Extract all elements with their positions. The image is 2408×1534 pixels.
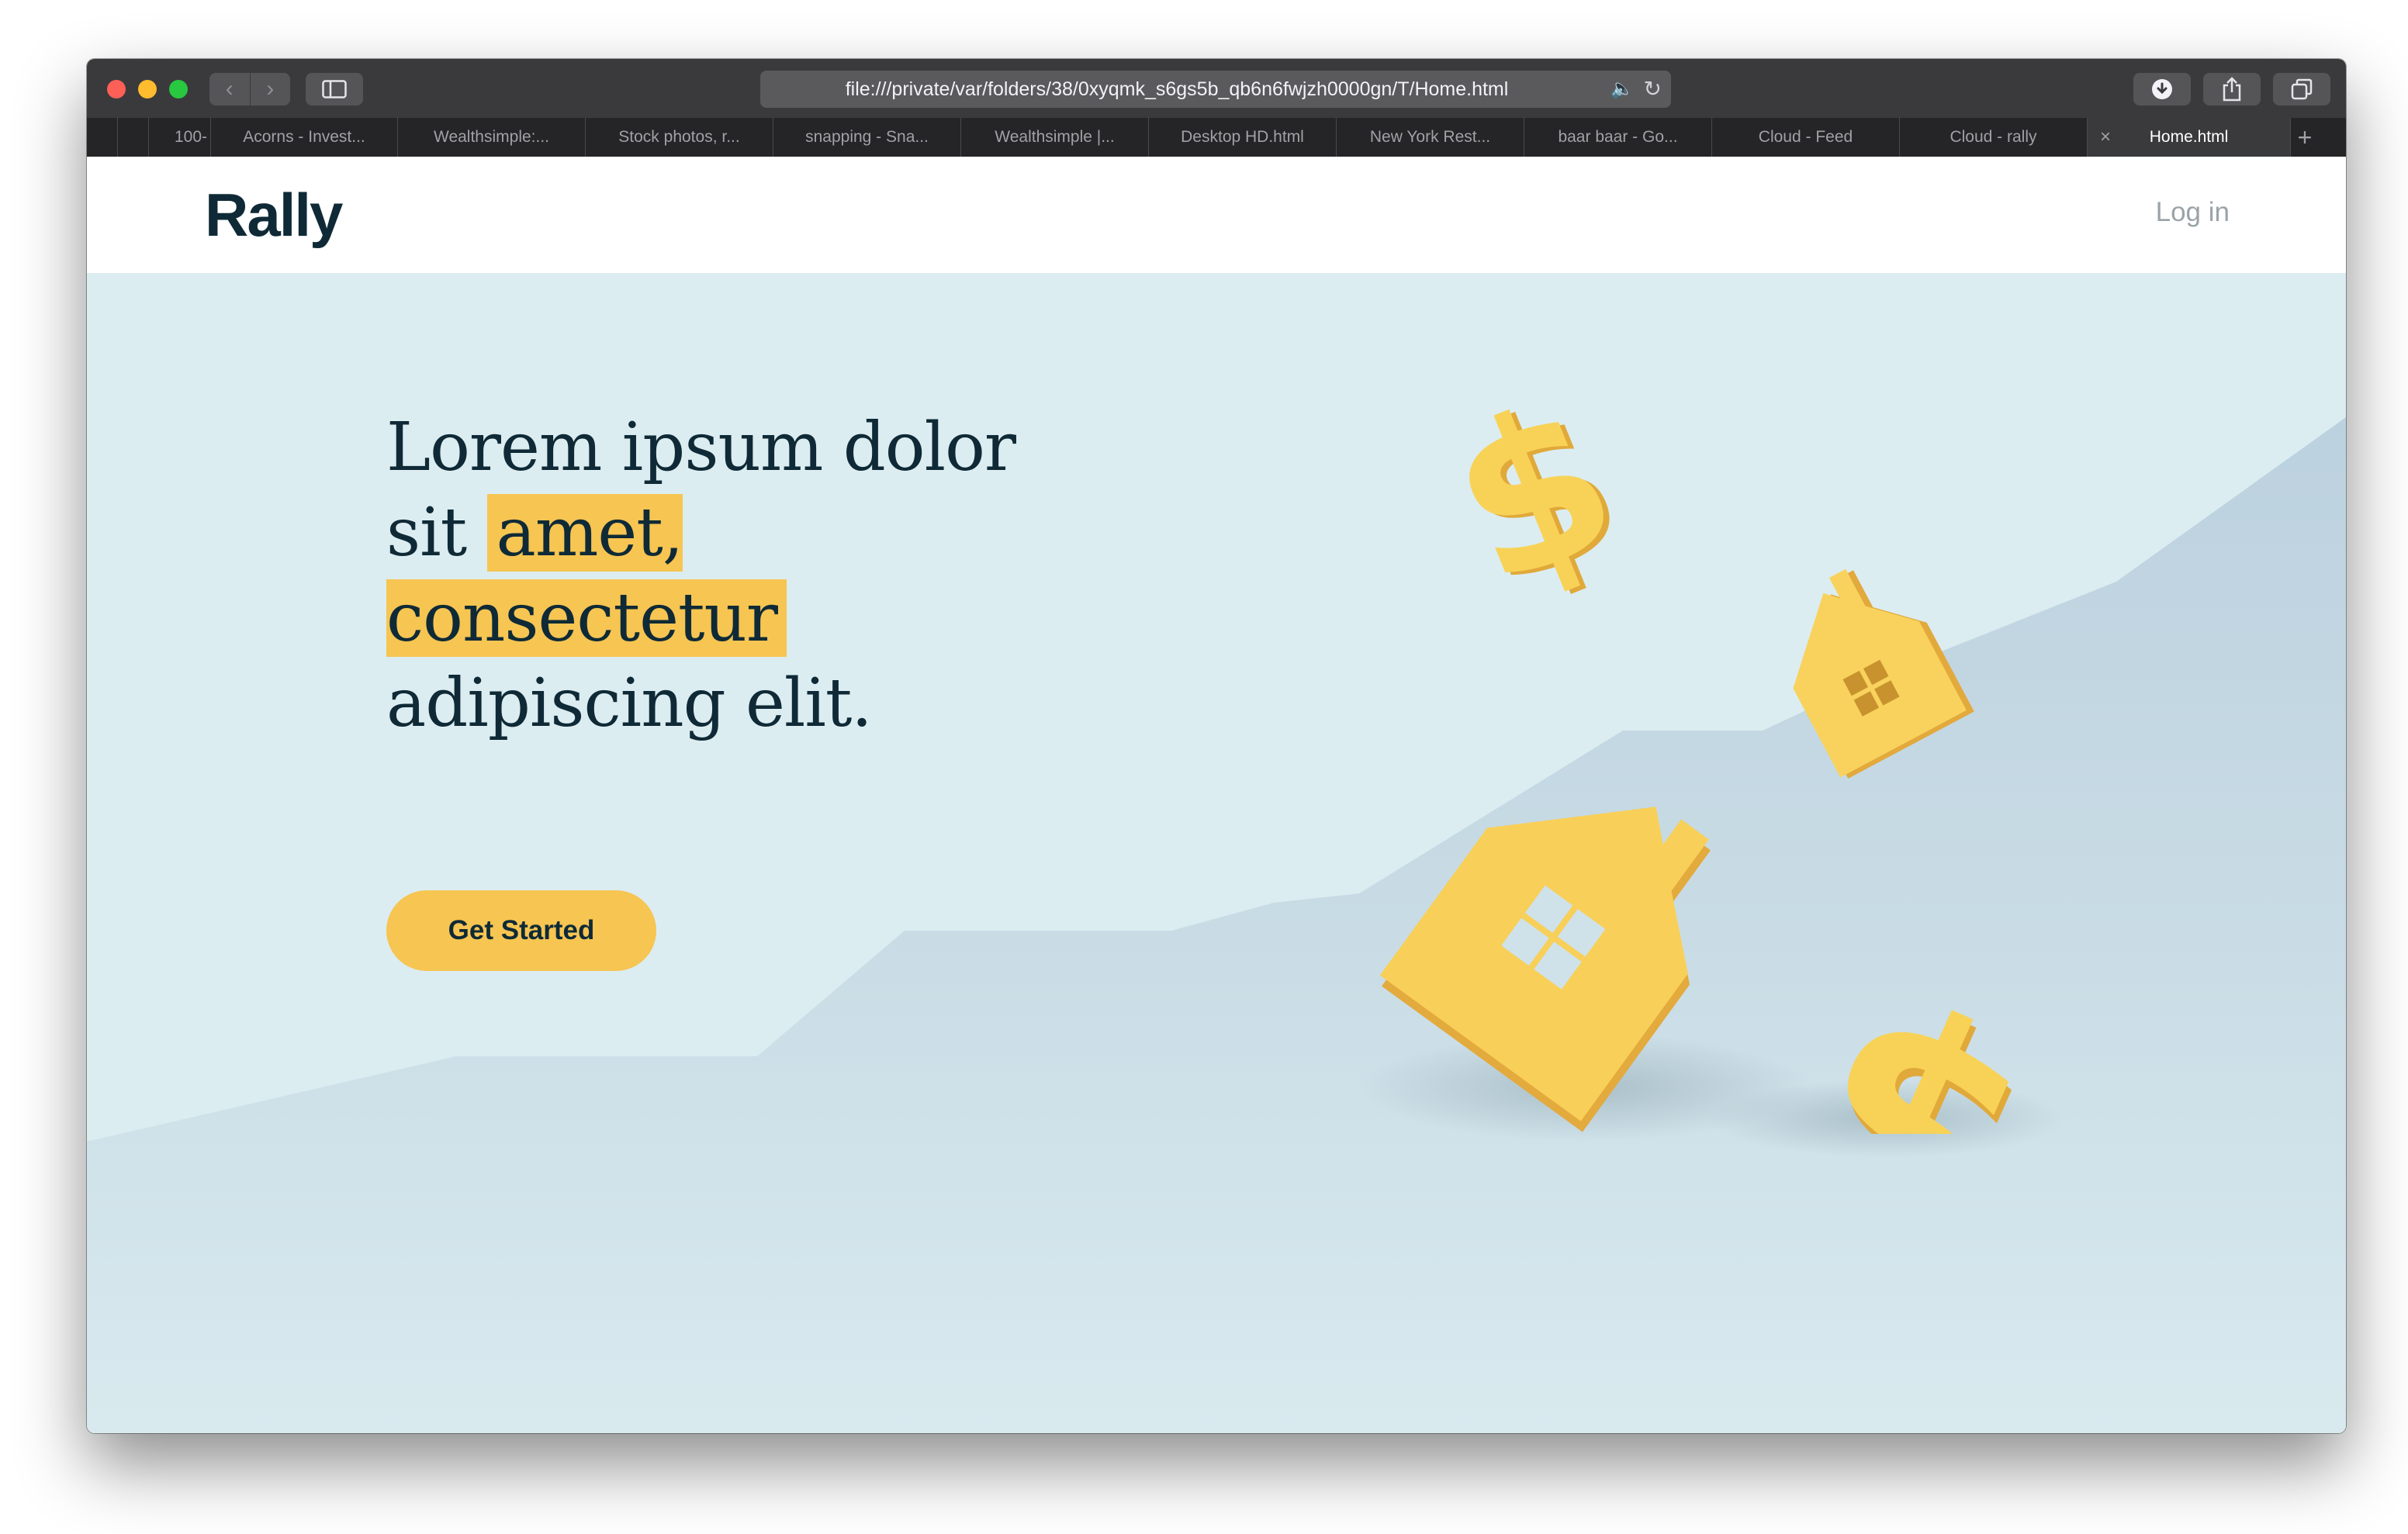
close-window-button[interactable] [107,80,126,98]
get-started-button[interactable]: Get Started [386,890,656,971]
close-icon[interactable]: × [2100,118,2111,157]
tab-baar-baar[interactable]: baar baar - Go... [1524,118,1712,157]
forward-icon[interactable]: › [249,73,291,105]
dollar-icon: $ [1420,358,1647,634]
tab-pinned-2[interactable] [118,118,149,157]
downloads-button[interactable] [2133,73,2191,105]
zoom-window-button[interactable] [169,80,188,98]
tab-wealthsimple-2[interactable]: Wealthsimple |... [961,118,1149,157]
tab-acorns[interactable]: Acorns - Invest... [211,118,398,157]
tab-snapping[interactable]: snapping - Sna... [773,118,961,157]
dollar-icon: $ [1749,928,2026,1134]
tab-cloud-rally[interactable]: Cloud - rally [1900,118,2088,157]
reload-icon[interactable]: ↻ [1644,78,1662,100]
hero-title: Lorem ipsum dolor sit amet, consectetur … [386,405,1085,746]
rally-logo[interactable]: Rally [205,180,343,250]
tab-overview-button[interactable] [2273,73,2330,105]
tab-wealthsimple[interactable]: Wealthsimple:... [398,118,586,157]
navigation-buttons: ‹ › [209,73,290,105]
tab-bar: 100- Acorns - Invest... Wealthsimple:...… [87,118,2346,157]
tab-home-html[interactable]: × Home.html [2088,118,2291,157]
tab-label: Home.html [2149,128,2229,146]
sidebar-toggle-button[interactable] [306,73,363,105]
address-bar[interactable]: file:///private/var/folders/38/0xyqmk_s6… [760,71,1671,108]
site-header: Rally Log in [87,157,2346,273]
browser-window: ‹ › file:///private/var/folders/38/0xyqm… [87,59,2346,1433]
share-button[interactable] [2203,73,2261,105]
tab-pinned-1[interactable] [87,118,118,157]
tab-new-york[interactable]: New York Rest... [1337,118,1524,157]
download-icon [2152,79,2172,99]
house-icon [1793,568,1974,779]
back-icon[interactable]: ‹ [209,73,250,105]
share-icon [2223,77,2241,102]
tab-cloud-feed[interactable]: Cloud - Feed [1712,118,1900,157]
new-tab-icon[interactable]: + [2291,118,2319,157]
hero-title-part2: adipiscing elit. [386,665,873,742]
title-bar: ‹ › file:///private/var/folders/38/0xyqm… [87,59,2346,119]
url-text: file:///private/var/folders/38/0xyqmk_s6… [845,78,1509,100]
tab-100[interactable]: 100- [149,118,211,157]
house-icon [1379,807,1711,1132]
tab-stock-photos[interactable]: Stock photos, r... [586,118,773,157]
hero-title-part1: Lorem ipsum dolor sit [386,409,1016,572]
sidebar-icon [322,80,347,98]
tabs-overview-icon [2291,78,2313,100]
minimize-window-button[interactable] [138,80,157,98]
login-link[interactable]: Log in [2156,197,2230,228]
web-page: Rally Log in Lorem ipsum dolor sit amet,… [87,157,2346,1433]
audio-icon[interactable]: 🔈 [1611,80,1634,98]
illustration: $ $ $ $ [1379,358,2026,1134]
tab-desktop-hd[interactable]: Desktop HD.html [1149,118,1337,157]
